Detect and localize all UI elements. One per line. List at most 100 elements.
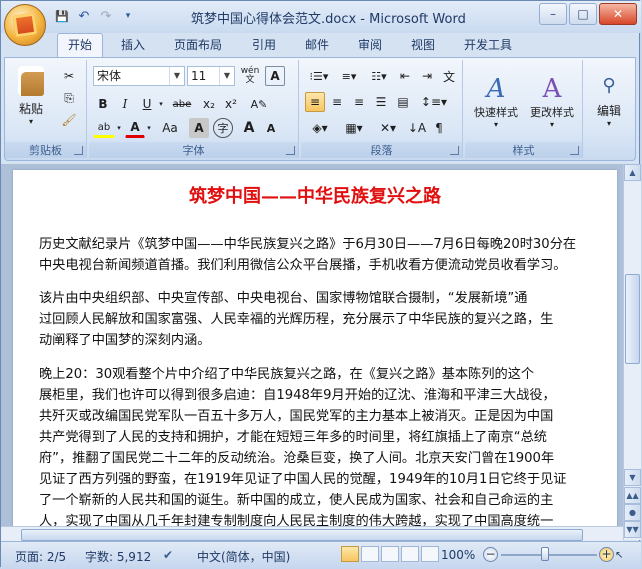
- minimize-button[interactable]: –: [539, 3, 567, 25]
- full-screen-reading-icon[interactable]: [361, 546, 379, 562]
- clear-formatting-icon[interactable]: A✎: [249, 94, 269, 114]
- scroll-up-icon[interactable]: ▲: [624, 164, 641, 181]
- undo-icon[interactable]: ↶: [75, 7, 93, 25]
- horizontal-scroll-thumb[interactable]: [21, 529, 583, 541]
- tab-view[interactable]: 视图: [411, 36, 435, 53]
- paste-icon: [18, 66, 44, 96]
- chevron-down-icon[interactable]: ▾: [145, 118, 153, 138]
- subscript-button[interactable]: x₂: [199, 94, 219, 114]
- zoom-slider-track[interactable]: [501, 554, 597, 556]
- horizontal-scrollbar[interactable]: [1, 526, 623, 542]
- zoom-in-icon[interactable]: +: [599, 547, 614, 562]
- outline-view-icon[interactable]: [401, 546, 419, 562]
- editing-button[interactable]: ⚲ 编辑 ▾: [587, 64, 631, 138]
- editing-label: 编辑: [596, 103, 621, 118]
- text-line: 晚上20：30观看整个片中介绍了中华民族复兴之路，在《复兴之路》基本陈列的这个: [39, 367, 535, 382]
- next-page-icon[interactable]: ▼▼: [624, 521, 641, 538]
- draft-view-icon[interactable]: [421, 546, 439, 562]
- quick-styles-button[interactable]: A 快速样式 ▾: [469, 64, 523, 138]
- superscript-button[interactable]: x²: [221, 94, 241, 114]
- sort-icon[interactable]: ↓A: [407, 118, 427, 138]
- tab-mailings[interactable]: 邮件: [305, 36, 329, 53]
- change-styles-button[interactable]: A 更改样式 ▾: [525, 64, 579, 138]
- copy-icon[interactable]: ⎘: [59, 88, 79, 108]
- decrease-indent-icon[interactable]: ⇤: [395, 66, 415, 86]
- tab-page-layout[interactable]: 页面布局: [174, 36, 222, 53]
- align-right-icon[interactable]: ≡: [349, 92, 369, 112]
- text-line: 共产党得到了人民的支持和拥护，才能在短短三年多的时间里，将红旗插上了南京“总统: [39, 430, 547, 445]
- character-border-button[interactable]: A: [265, 66, 285, 86]
- zoom-out-icon[interactable]: −: [483, 547, 498, 562]
- align-center-icon[interactable]: ≡: [327, 92, 347, 112]
- font-color-button[interactable]: A: [125, 118, 145, 138]
- styles-launcher-icon[interactable]: [570, 146, 579, 155]
- enclose-characters-button[interactable]: 字: [213, 118, 233, 138]
- tab-references[interactable]: 引用: [252, 36, 276, 53]
- chevron-down-icon[interactable]: ▾: [157, 94, 165, 114]
- office-button[interactable]: [4, 4, 46, 46]
- character-shading-button[interactable]: A: [189, 118, 209, 138]
- cut-icon[interactable]: ✂: [59, 66, 79, 86]
- redo-icon[interactable]: ↷: [97, 7, 115, 25]
- align-left-icon[interactable]: ≡: [305, 92, 325, 112]
- tab-developer[interactable]: 开发工具: [464, 36, 512, 53]
- tab-review[interactable]: 审阅: [358, 36, 382, 53]
- change-case-button[interactable]: Aa: [157, 118, 183, 138]
- select-browse-object-icon[interactable]: ●: [624, 504, 641, 521]
- previous-page-icon[interactable]: ▲▲: [624, 487, 641, 504]
- zoom-level[interactable]: 100%: [441, 548, 475, 562]
- paste-button[interactable]: 粘贴 ▾: [11, 64, 51, 128]
- borders-icon[interactable]: ▦▾: [339, 118, 369, 138]
- clipboard-launcher-icon[interactable]: [74, 146, 83, 155]
- font-name-combo[interactable]: 宋体 ▼: [93, 66, 185, 86]
- page-indicator[interactable]: 页面: 2/5: [15, 548, 66, 565]
- text-line: 该片由中央组织部、中央宣传部、中央电视台、国家博物馆联合摄制，“发展新境”通: [39, 291, 528, 306]
- close-button[interactable]: ✕: [599, 3, 637, 25]
- shading-icon[interactable]: ◈▾: [305, 118, 335, 138]
- strikethrough-button[interactable]: abe: [169, 94, 195, 114]
- font-group: 宋体 ▼ 11 ▼ wén 文 A B I U ▾ abe x₂ x² A✎ ab …: [89, 60, 299, 158]
- chevron-down-icon[interactable]: ▾: [115, 118, 123, 138]
- asian-layout-icon[interactable]: ✕▾: [373, 118, 403, 138]
- web-layout-icon[interactable]: [381, 546, 399, 562]
- justify-icon[interactable]: ☰: [371, 92, 391, 112]
- language-indicator[interactable]: 中文(简体，中国): [197, 548, 290, 565]
- paragraph-2: 该片由中央组织部、中央宣传部、中央电视台、国家博物馆联合摄制，“发展新境”通 过…: [39, 288, 614, 351]
- font-size-combo[interactable]: 11 ▼: [187, 66, 235, 86]
- bullets-icon[interactable]: ⁝☰▾: [305, 66, 333, 86]
- word-window: 💾 ↶ ↷ ▾ 筑梦中国心得体会范文.docx - Microsoft Word…: [0, 0, 641, 569]
- line-spacing-icon[interactable]: ↕≡▾: [419, 92, 449, 112]
- numbering-icon[interactable]: ≡▾: [335, 66, 363, 86]
- maximize-button[interactable]: □: [569, 3, 597, 25]
- paragraph-group: ⁝☰▾ ≡▾ ☷▾ ⇤ ⇥ 文 ≡ ≡ ≡ ☰ ▤ ↕≡▾ ◈▾ ▦▾ ✕▾ ↓…: [301, 60, 463, 158]
- chinese-layout-icon[interactable]: 文: [439, 66, 459, 86]
- proofing-icon[interactable]: ✔: [163, 548, 173, 562]
- scroll-down-icon[interactable]: ▼: [624, 469, 641, 486]
- paragraph-launcher-icon[interactable]: [450, 146, 459, 155]
- bold-button[interactable]: B: [93, 94, 113, 114]
- save-icon[interactable]: 💾: [53, 7, 71, 25]
- text-line: 中央电视台新闻频道首播。我们利用微信公众平台展播，手机收看方便流动党员收看学习。: [39, 258, 567, 273]
- document-page[interactable]: 筑梦中国——中华民族复兴之路 历史文献纪录片《筑梦中国——中华民族复兴之路》于6…: [13, 170, 617, 540]
- vertical-scrollbar[interactable]: ▲ ▼ ▲▲ ● ▼▼: [623, 164, 641, 540]
- scroll-thumb[interactable]: [625, 274, 640, 364]
- phonetic-guide-button[interactable]: wén 文: [239, 66, 261, 86]
- italic-button[interactable]: I: [115, 94, 135, 114]
- highlight-button[interactable]: ab: [93, 118, 115, 138]
- tab-home[interactable]: 开始: [57, 33, 104, 58]
- show-marks-icon[interactable]: ¶: [429, 118, 449, 138]
- font-launcher-icon[interactable]: [286, 146, 295, 155]
- shrink-font-button[interactable]: A: [261, 118, 281, 138]
- format-painter-icon[interactable]: 🖌: [59, 110, 79, 130]
- qat-more-icon[interactable]: ▾: [119, 7, 137, 25]
- zoom-slider-thumb[interactable]: [541, 547, 549, 561]
- chevron-down-icon: ▾: [28, 117, 33, 126]
- word-count[interactable]: 字数: 5,912: [85, 548, 151, 565]
- tab-insert[interactable]: 插入: [121, 36, 145, 53]
- increase-indent-icon[interactable]: ⇥: [417, 66, 437, 86]
- print-layout-icon[interactable]: [341, 546, 359, 562]
- multilevel-list-icon[interactable]: ☷▾: [365, 66, 393, 86]
- underline-button[interactable]: U: [137, 94, 157, 114]
- grow-font-button[interactable]: A: [239, 118, 259, 138]
- distributed-icon[interactable]: ▤: [393, 92, 413, 112]
